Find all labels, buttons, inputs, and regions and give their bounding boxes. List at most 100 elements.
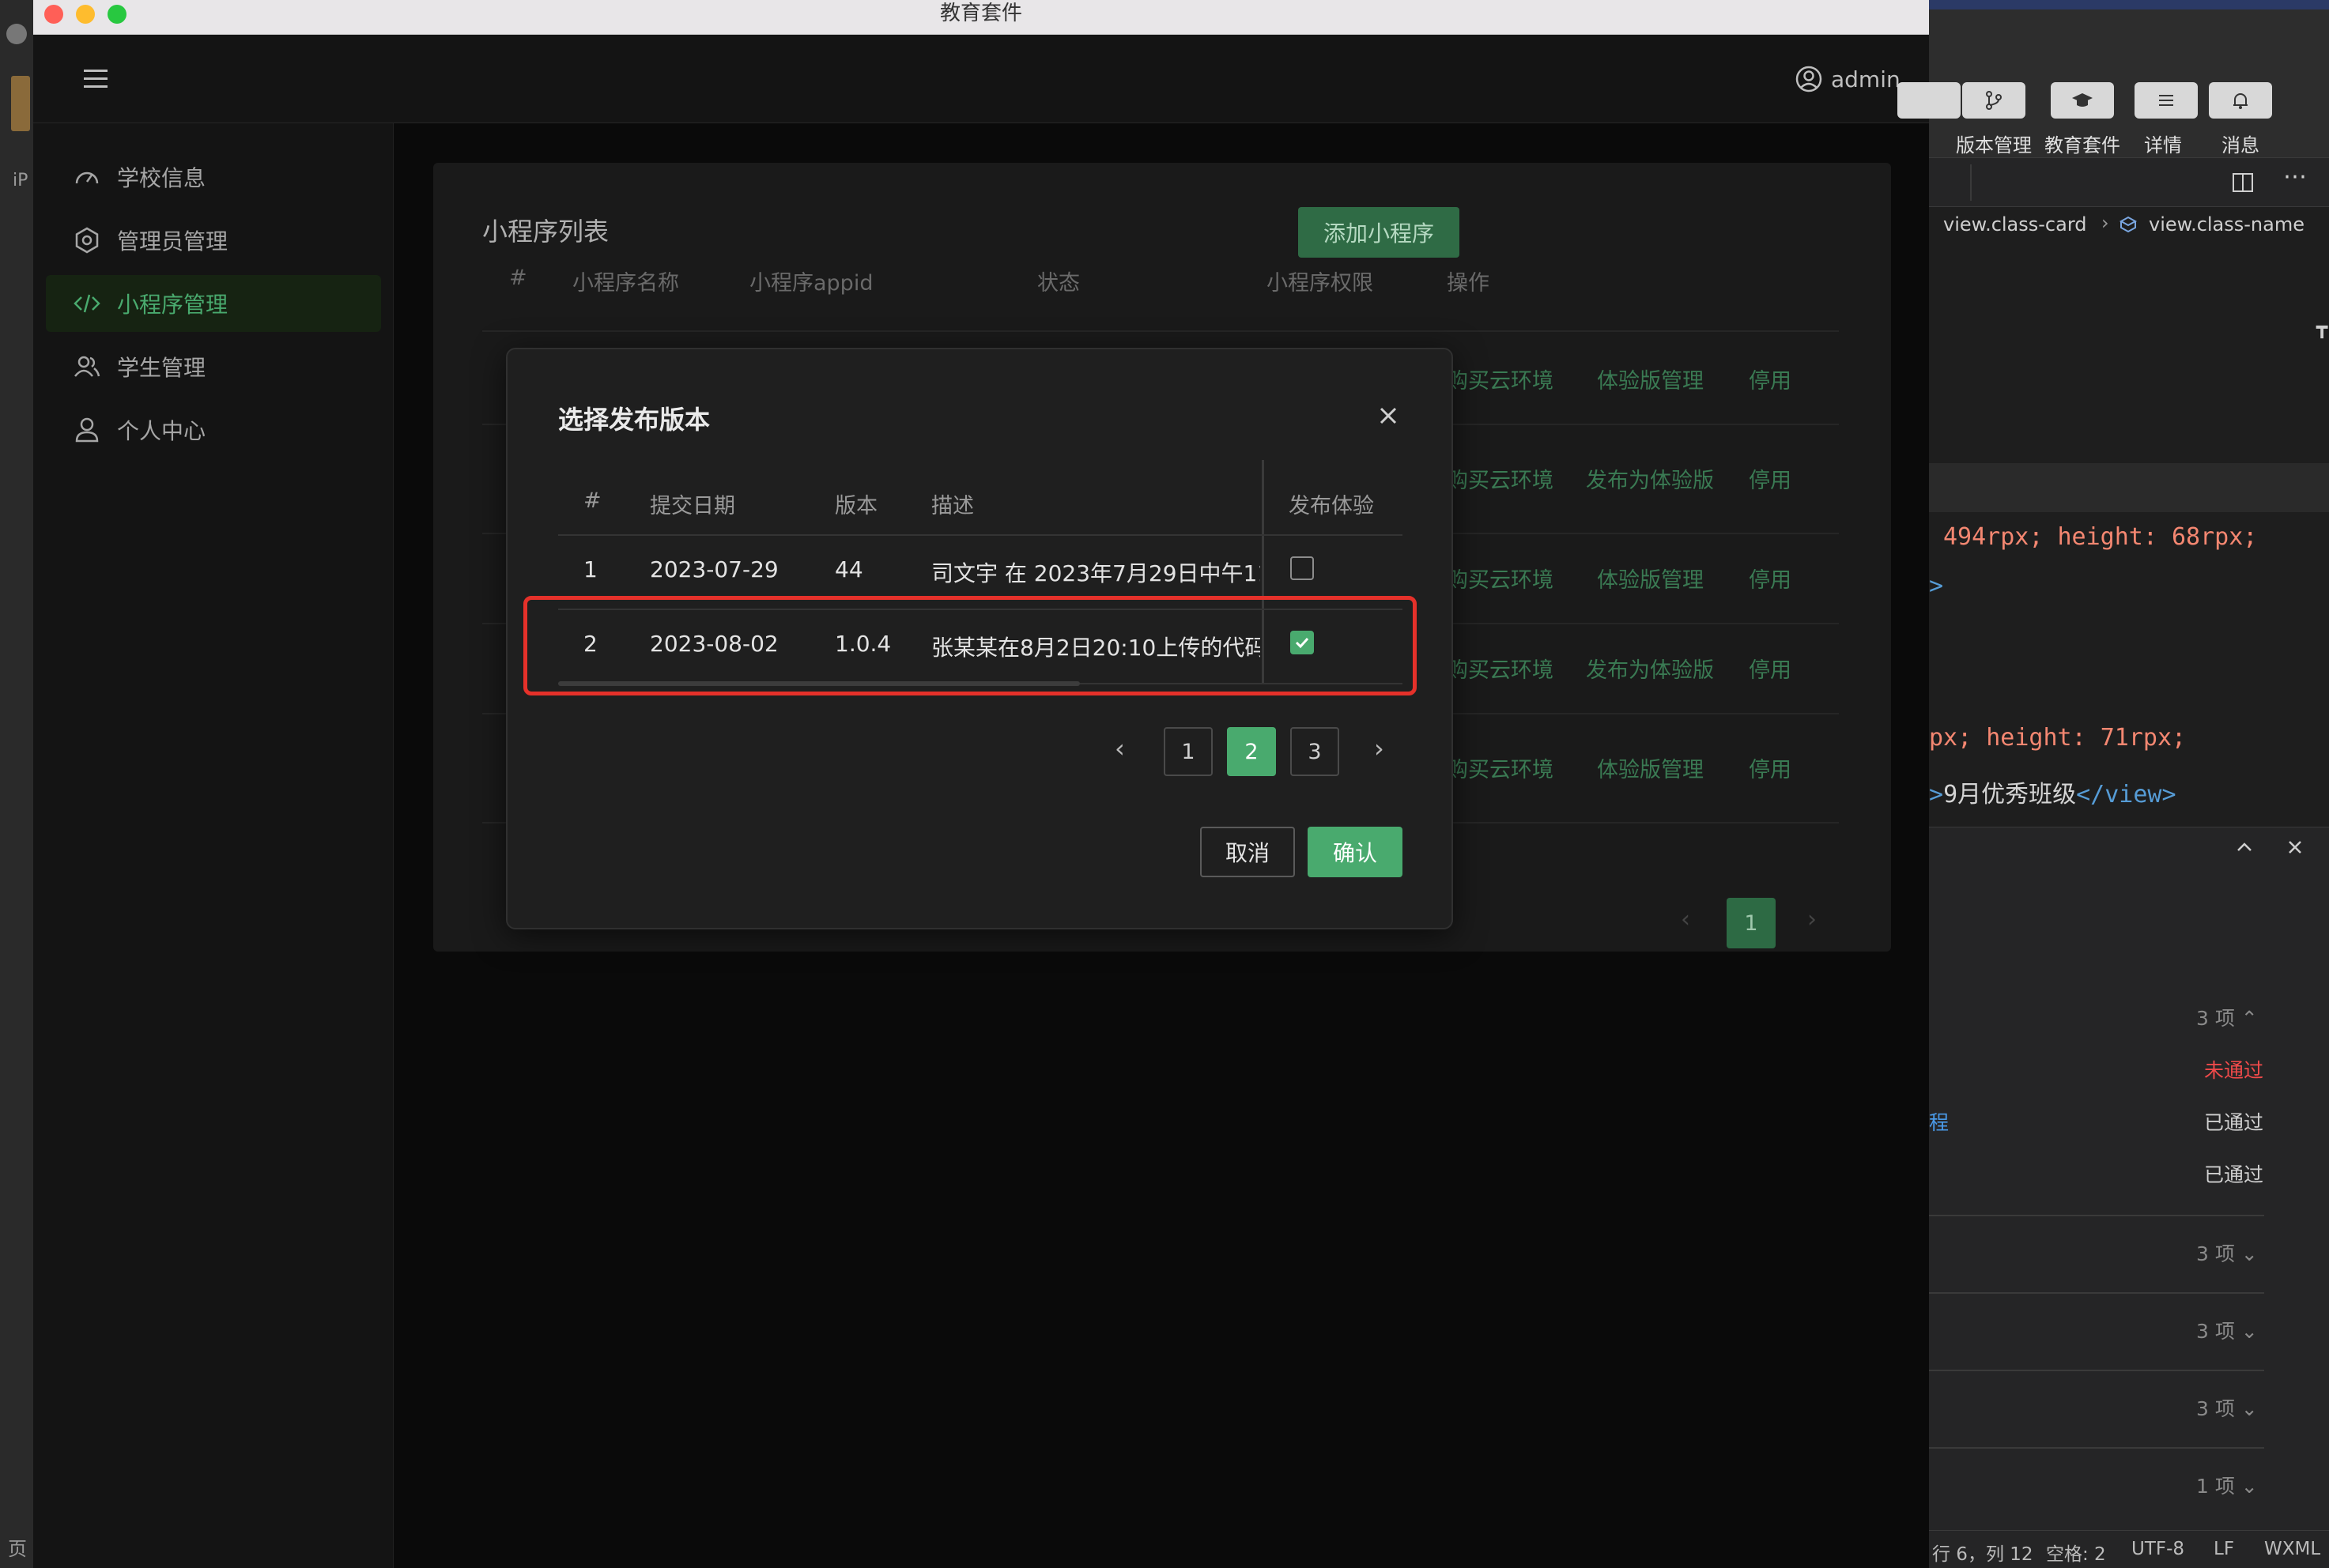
modal-column-desc: 描述 — [931, 494, 974, 518]
list-icon — [2159, 95, 2173, 106]
editor-gutter-mark: ┳ — [2316, 316, 2328, 338]
column-header-name: 小程序名称 — [572, 271, 679, 296]
chevron-up-icon[interactable] — [2233, 835, 2256, 859]
item-link[interactable]: 程 — [1929, 1107, 1949, 1136]
tab-divider — [1970, 164, 1972, 201]
panel-divider — [1929, 1292, 2264, 1294]
graduation-cap-icon — [2072, 93, 2093, 107]
user-avatar-icon — [1795, 65, 1823, 93]
group-count[interactable]: 3 项 ⌄ — [2196, 1238, 2258, 1267]
group-count[interactable]: 3 项 ⌄ — [2196, 1316, 2258, 1344]
details-button[interactable] — [2135, 82, 2198, 119]
page-button-2[interactable]: 2 — [1227, 727, 1276, 776]
list-next-page-icon[interactable]: › — [1807, 906, 1817, 933]
disable-link[interactable]: 停用 — [1749, 364, 1791, 394]
split-editor-icon[interactable] — [2231, 171, 2255, 194]
ide-editor-tabs: ⋯ — [1929, 158, 2329, 207]
group-count-text: 3 项 — [2196, 1397, 2235, 1420]
buy-cloud-link[interactable]: 购买云环境 — [1447, 563, 1553, 594]
status-bar: 行 6，列 12 空格: 2 UTF-8 LF WXML — [1929, 1530, 2329, 1568]
confirm-button[interactable]: 确认 — [1308, 827, 1402, 877]
page-button-1[interactable]: 1 — [1164, 727, 1213, 776]
prev-page-icon[interactable]: ‹ — [1115, 733, 1125, 763]
version-row-desc: 司文宇 在 2023年7月29日中午11点 — [931, 560, 1260, 586]
group-count-text: 3 项 — [2196, 1007, 2235, 1030]
page-title: 小程序列表 — [482, 217, 610, 247]
add-miniprogram-button[interactable]: 添加小程序 — [1298, 207, 1459, 258]
disable-link[interactable]: 停用 — [1749, 653, 1791, 684]
buy-cloud-link[interactable]: 购买云环境 — [1447, 752, 1553, 783]
modal-row-divider — [558, 534, 1402, 536]
close-icon[interactable] — [1372, 400, 1404, 432]
user-menu[interactable]: admin — [1795, 65, 1901, 93]
sidebar-item-students[interactable]: 学生管理 — [46, 338, 381, 395]
encoding[interactable]: UTF-8 — [2131, 1539, 2184, 1559]
sliver-text-b: 页 — [8, 1538, 27, 1560]
cube-icon — [2119, 215, 2138, 234]
group-count[interactable]: 1 项 ⌄ — [2196, 1471, 2258, 1499]
ide-toolbar: 版本管理 教育套件 详情 消息 — [1897, 9, 2329, 158]
code-line: 494rpx; height: 68rpx; — [1943, 523, 2258, 551]
toolbar-label: 详情 — [2144, 134, 2182, 156]
app-header: admin — [33, 35, 1929, 123]
page-button-3[interactable]: 3 — [1290, 727, 1339, 776]
menu-icon[interactable] — [82, 68, 111, 90]
modal-column-date: 提交日期 — [650, 494, 735, 518]
version-row-date: 2023-07-29 — [650, 556, 779, 582]
window-title: 教育套件 — [939, 2, 1022, 25]
disable-link[interactable]: 停用 — [1749, 752, 1791, 783]
buy-cloud-link[interactable]: 购买云环境 — [1447, 653, 1553, 684]
sidebar-item-admin[interactable]: 管理员管理 — [46, 212, 381, 269]
code-editor[interactable]: ┳ 494rpx; height: 68rpx; > px; height: 7… — [1929, 245, 2329, 830]
more-actions-icon[interactable]: ⋯ — [2283, 163, 2307, 190]
panel-divider — [1929, 1370, 2264, 1371]
bell-icon — [2233, 93, 2248, 109]
code-token: > — [1929, 781, 1944, 808]
window-dot — [6, 24, 27, 44]
buy-cloud-link[interactable]: 购买云环境 — [1447, 364, 1553, 394]
background-window-sliver: iP 页 — [0, 0, 33, 1568]
list-page-current[interactable]: 1 — [1727, 898, 1776, 948]
avatar — [11, 76, 30, 131]
list-prev-page-icon[interactable]: ‹ — [1681, 906, 1690, 933]
publish-trial-link[interactable]: 发布为体验版 — [1586, 463, 1714, 494]
cursor-position[interactable]: 行 6，列 12 — [1932, 1539, 2033, 1566]
ide-toolbar-partial-button[interactable] — [1897, 82, 1961, 119]
indent-setting[interactable]: 空格: 2 — [2046, 1539, 2106, 1566]
modal-column-version: 版本 — [835, 494, 878, 518]
disable-link[interactable]: 停用 — [1749, 563, 1791, 594]
modal-title: 选择发布版本 — [558, 405, 711, 435]
sidebar-item-profile[interactable]: 个人中心 — [46, 401, 381, 458]
sidebar: 学校信息 管理员管理 小程序管理 学生管理 个人中心 — [33, 123, 394, 1568]
breadcrumb-item[interactable]: view.class-name — [2149, 213, 2304, 236]
users-icon — [74, 356, 100, 377]
toolbar-label: 版本管理 — [1956, 134, 2032, 156]
group-count[interactable]: 3 项 ⌄ — [2196, 1393, 2258, 1422]
sidebar-item-school-info[interactable]: 学校信息 — [46, 149, 381, 205]
cancel-button[interactable]: 取消 — [1200, 827, 1295, 877]
group-count[interactable]: 3 项 ⌃ — [2196, 1003, 2258, 1031]
messages-button[interactable] — [2209, 82, 2272, 119]
line-ending[interactable]: LF — [2214, 1539, 2234, 1559]
close-panel-icon[interactable] — [2283, 835, 2307, 859]
language-mode[interactable]: WXML — [2264, 1539, 2320, 1559]
trial-manage-link[interactable]: 体验版管理 — [1597, 752, 1704, 783]
publish-trial-link[interactable]: 发布为体验版 — [1586, 653, 1714, 684]
trial-manage-link[interactable]: 体验版管理 — [1597, 563, 1704, 594]
publish-checkbox[interactable] — [1290, 556, 1314, 580]
buy-cloud-link[interactable]: 购买云环境 — [1447, 463, 1553, 494]
version-control-button[interactable] — [1962, 82, 2025, 119]
next-page-icon[interactable]: › — [1374, 733, 1384, 763]
status-passed: 已通过 — [2204, 1163, 2264, 1186]
ide-window: 版本管理 教育套件 详情 消息 ⋯ view.class-card › view… — [1897, 0, 2329, 1568]
modal-column-publish: 发布体验 — [1289, 494, 1374, 518]
status-failed: 未通过 — [2204, 1059, 2264, 1082]
education-suite-button[interactable] — [2051, 82, 2114, 119]
toolbar-label: 教育套件 — [2044, 134, 2120, 156]
annotation-highlight — [523, 596, 1417, 695]
trial-manage-link[interactable]: 体验版管理 — [1597, 364, 1704, 394]
sidebar-item-miniprogram[interactable]: 小程序管理 — [46, 275, 381, 332]
disable-link[interactable]: 停用 — [1749, 463, 1791, 494]
breadcrumb: view.class-card › view.class-name — [1929, 207, 2329, 245]
breadcrumb-item[interactable]: view.class-card — [1943, 213, 2087, 236]
